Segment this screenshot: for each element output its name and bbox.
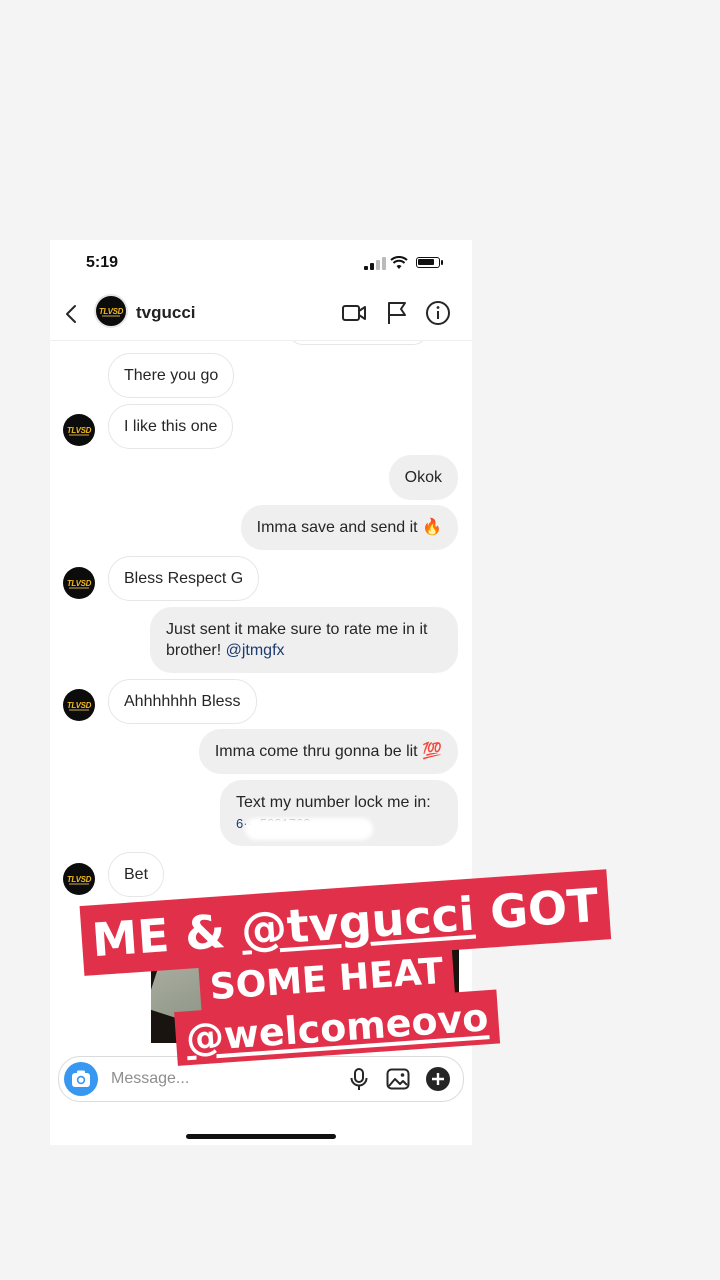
header-username[interactable]: tvgucci (136, 303, 196, 323)
home-indicator[interactable] (186, 1134, 336, 1139)
mention-link[interactable]: @jtmgfx (226, 642, 285, 659)
message-bubble[interactable]: Bless Respect G (108, 556, 260, 601)
message-bubble[interactable]: Imma save and send it 🔥 (240, 505, 458, 550)
status-bar: 5:19 (50, 240, 472, 288)
message-bubble[interactable]: Just sent it make sure to rate me in it … (150, 607, 458, 673)
compose-bar (58, 1056, 464, 1102)
back-arrow-icon[interactable] (60, 302, 84, 326)
message-bubble[interactable]: Okok (388, 455, 458, 500)
contact-avatar[interactable]: TLVSD (63, 567, 95, 599)
signal-icon (364, 256, 386, 270)
battery-icon (416, 257, 443, 268)
message-text: Bless Respect G (124, 570, 244, 587)
redaction-mark (249, 822, 369, 836)
message-text: There you go (124, 367, 219, 384)
message-input[interactable] (111, 1068, 311, 1090)
video-call-icon[interactable] (340, 299, 368, 327)
add-icon[interactable] (425, 1066, 451, 1092)
message-bubble[interactable]: I like this one (108, 404, 234, 449)
message-text: Imma come thru gonna be lit 💯 (214, 743, 442, 760)
message-text: Text my number lock me in: (236, 794, 431, 811)
microphone-icon[interactable] (346, 1066, 372, 1092)
message-text: Imma save and send it 🔥 (256, 519, 442, 536)
message-bubble[interactable]: Imma come thru gonna be lit 💯 (198, 729, 458, 774)
header-avatar[interactable]: TLVSD (94, 294, 128, 328)
chat-header: TLVSD tvgucci (50, 288, 472, 341)
contact-avatar[interactable]: TLVSD (63, 689, 95, 721)
status-icons (364, 256, 456, 270)
message-bubble[interactable]: Ahhhhhhh Bless (108, 679, 257, 724)
battery-fill (418, 259, 434, 265)
message-text: Ahhhhhhh Bless (124, 693, 241, 710)
message-text: I like this one (124, 418, 218, 435)
message-bubble-partial (288, 341, 428, 345)
message-bubble[interactable]: There you go (108, 353, 235, 398)
message-bubble[interactable]: Text my number lock me in: 6·· ·5021763 (220, 780, 458, 846)
message-bubble[interactable]: Bet (108, 852, 165, 897)
camera-button[interactable] (64, 1062, 98, 1096)
message-text: Just sent it make sure to rate me in it … (166, 621, 428, 659)
info-icon[interactable] (424, 299, 452, 327)
status-time: 5:19 (86, 254, 119, 271)
message-text: Bet (124, 866, 149, 883)
wifi-icon (390, 256, 408, 269)
message-text: Okok (404, 469, 442, 486)
contact-avatar[interactable]: TLVSD (63, 414, 95, 446)
camera-icon (72, 1070, 90, 1087)
contact-avatar[interactable]: TLVSD (63, 863, 95, 895)
gallery-icon[interactable] (385, 1066, 411, 1092)
flag-icon[interactable] (383, 299, 411, 327)
